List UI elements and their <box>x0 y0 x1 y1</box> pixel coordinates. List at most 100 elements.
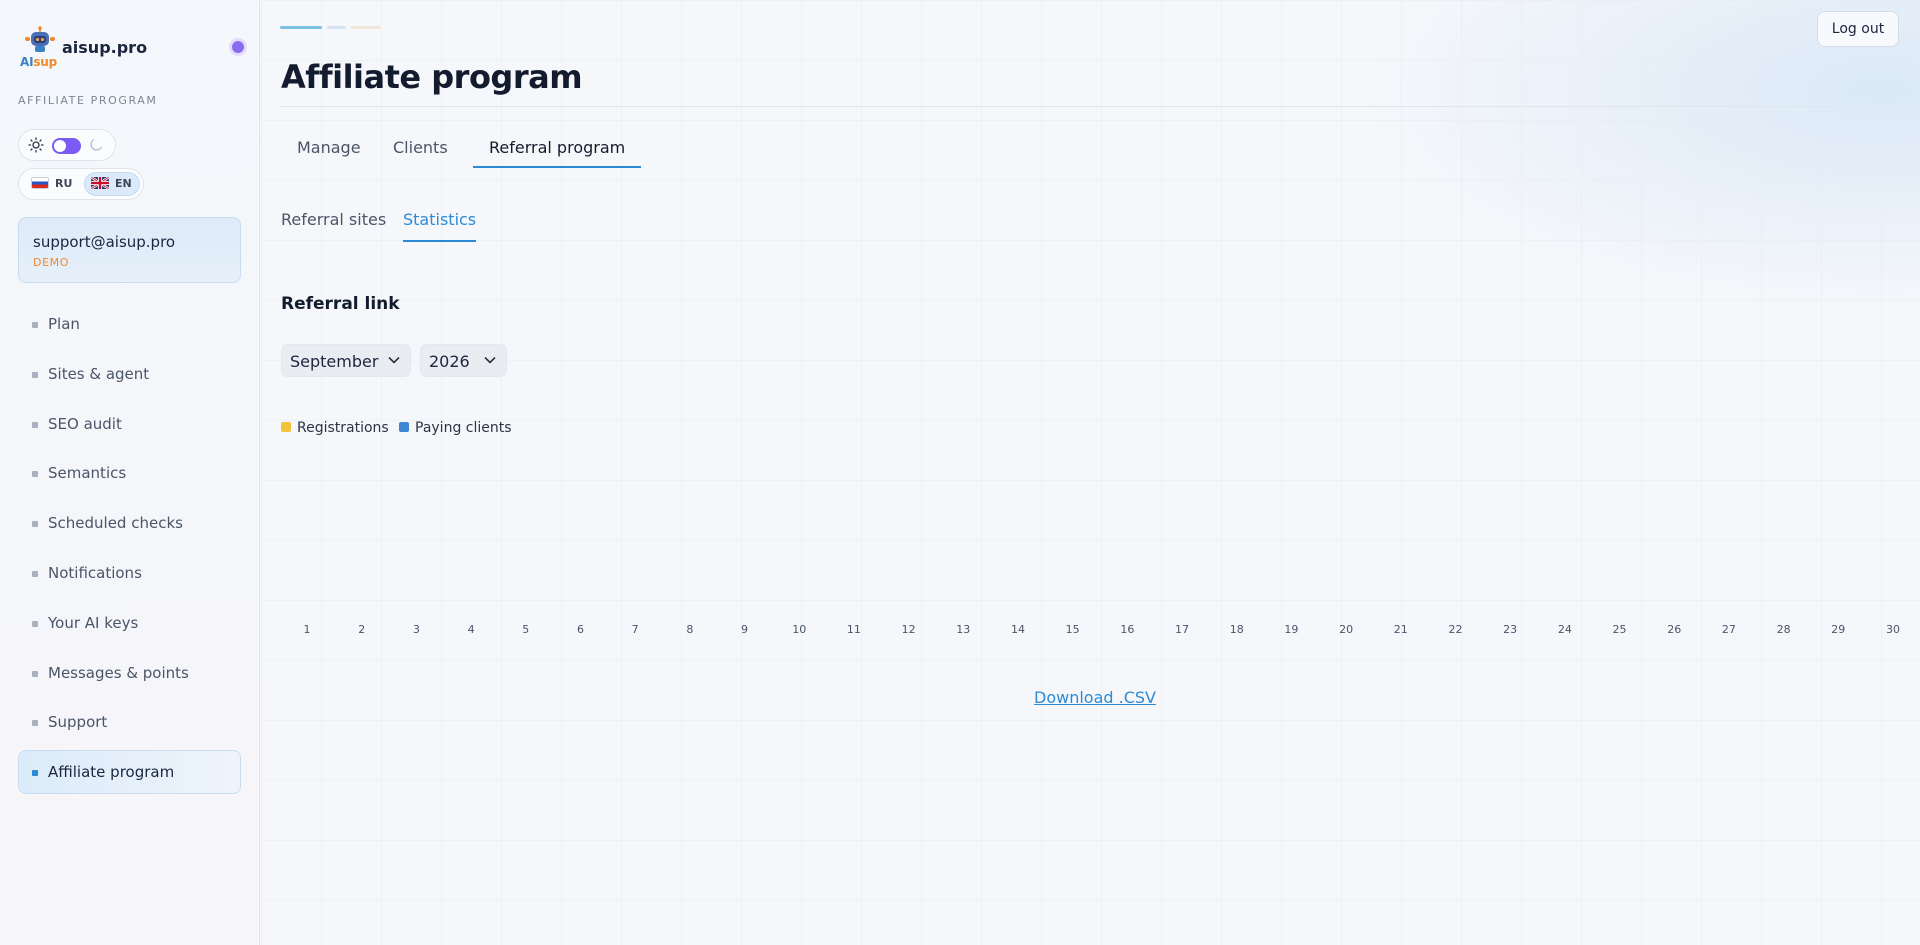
x-tick-label: 24 <box>1557 623 1572 636</box>
x-tick-label: 23 <box>1503 623 1518 636</box>
language-ru-label: RU <box>55 177 73 190</box>
sidebar-nav: Plan Sites & agent SEO audit Semantics S… <box>18 302 241 800</box>
language-en-button[interactable]: EN <box>84 172 140 196</box>
bullet-icon <box>32 421 38 428</box>
step-dash <box>327 26 346 29</box>
section-title: Referral link <box>281 294 400 314</box>
x-tick-label: 29 <box>1831 623 1846 636</box>
divider <box>281 106 1898 107</box>
x-tick-label: 22 <box>1448 623 1463 636</box>
sidebar-item-sites-agent[interactable]: Sites & agent <box>18 352 241 396</box>
legend-label: Paying clients <box>415 420 512 436</box>
page-title: Affiliate program <box>281 58 583 96</box>
brand-logo[interactable]: AIsup aisup.pro <box>18 26 244 72</box>
sidebar-item-label: Affiliate program <box>48 763 175 782</box>
moon-icon <box>90 138 103 151</box>
account-plan-badge: DEMO <box>33 256 69 269</box>
language-en-label: EN <box>115 177 132 190</box>
sidebar-item-notifications[interactable]: Notifications <box>18 551 241 595</box>
x-tick-label: 8 <box>686 623 694 636</box>
sidebar-item-label: Your AI keys <box>48 613 139 632</box>
logout-button[interactable]: Log out <box>1817 11 1899 47</box>
bullet-icon <box>32 570 38 577</box>
sidebar-item-seo-audit[interactable]: SEO audit <box>18 402 241 446</box>
section-label: AFFILIATE PROGRAM <box>18 94 158 107</box>
x-tick-label: 28 <box>1776 623 1791 636</box>
x-tick-label: 9 <box>741 623 749 636</box>
download-csv-link[interactable]: Download .CSV <box>1034 688 1156 707</box>
tab-clients[interactable]: Clients <box>377 130 464 168</box>
step-dash <box>351 26 381 29</box>
bullet-icon <box>32 322 38 328</box>
subtab-statistics[interactable]: Statistics <box>403 206 477 242</box>
legend-swatch <box>399 422 409 432</box>
sun-icon <box>28 137 44 153</box>
bullet-icon <box>32 670 38 677</box>
x-tick-label: 26 <box>1667 623 1682 636</box>
chevron-down-icon <box>484 356 496 364</box>
x-tick-label: 7 <box>631 623 639 636</box>
month-select[interactable]: September <box>281 344 411 377</box>
sidebar-item-affiliate-program[interactable]: Affiliate program <box>18 750 241 795</box>
x-tick-label: 17 <box>1175 623 1190 636</box>
logo-sup-text: sup <box>33 55 58 69</box>
sidebar-item-semantics[interactable]: Semantics <box>18 451 241 495</box>
x-tick-label: 14 <box>1010 623 1025 636</box>
legend-item-paying-clients[interactable]: Paying clients <box>399 420 512 436</box>
sidebar-item-scheduled-checks[interactable]: Scheduled checks <box>18 501 241 545</box>
year-select[interactable]: 2026 <box>420 344 507 377</box>
language-switch: RU EN <box>18 168 144 200</box>
robot-logo-icon <box>25 26 55 52</box>
x-tick-label: 13 <box>956 623 971 636</box>
sidebar-item-plan[interactable]: Plan <box>18 302 241 346</box>
x-tick-label: 3 <box>412 623 420 636</box>
brand-name: aisup.pro <box>62 38 148 57</box>
sidebar-item-label: Sites & agent <box>48 364 150 383</box>
x-tick-label: 11 <box>846 623 861 636</box>
sidebar: AIsup aisup.pro AFFILIATE PROGRAM RU EN … <box>0 0 260 945</box>
x-tick-label: 4 <box>467 623 475 636</box>
theme-switch[interactable] <box>52 138 81 154</box>
sidebar-item-label: Scheduled checks <box>48 514 183 533</box>
chevron-down-icon <box>388 356 400 364</box>
bullet-icon <box>32 620 38 627</box>
sidebar-item-support[interactable]: Support <box>18 700 241 744</box>
theme-toggle[interactable] <box>18 129 116 161</box>
x-tick-label: 5 <box>522 623 530 636</box>
x-tick-label: 21 <box>1393 623 1408 636</box>
x-tick-label: 18 <box>1229 623 1244 636</box>
year-select-value: 2026 <box>429 352 470 371</box>
x-tick-label: 12 <box>901 623 916 636</box>
x-tick-label: 27 <box>1721 623 1736 636</box>
sidebar-item-messages-points[interactable]: Messages & points <box>18 651 241 695</box>
sidebar-item-label: Notifications <box>48 563 142 582</box>
subtab-referral-sites[interactable]: Referral sites <box>281 206 386 242</box>
sidebar-item-label: Plan <box>48 315 80 333</box>
legend-item-registrations[interactable]: Registrations <box>281 420 389 436</box>
sidebar-item-ai-keys[interactable]: Your AI keys <box>18 601 241 645</box>
bullet-icon <box>32 770 38 777</box>
legend-swatch <box>281 422 291 432</box>
x-tick-label: 10 <box>792 623 807 636</box>
sidebar-item-label: Support <box>48 713 108 732</box>
tab-manage[interactable]: Manage <box>281 130 377 168</box>
tab-referral-program[interactable]: Referral program <box>473 130 642 168</box>
x-tick-label: 2 <box>358 623 366 636</box>
step-dash <box>280 26 322 29</box>
step-indicator <box>280 26 400 30</box>
language-ru-button[interactable]: RU <box>25 172 75 196</box>
sidebar-item-label: SEO audit <box>48 414 122 433</box>
status-dot <box>232 41 244 53</box>
x-tick-label: 20 <box>1339 623 1354 636</box>
referral-chart: 1 2 3 4 5 6 7 8 9 10 11 12 13 14 15 16 17 18 19 20 21 22 23 24 2… <box>281 450 1901 640</box>
x-tick-label: 6 <box>576 623 584 636</box>
bullet-icon <box>32 521 38 528</box>
account-card[interactable]: support@aisup.pro DEMO <box>18 217 241 283</box>
x-tick-label: 1 <box>303 623 311 636</box>
main-content: Log out Affiliate program Manage Clients… <box>261 0 1920 945</box>
sidebar-item-label: Messages & points <box>48 663 189 682</box>
x-tick-label: 25 <box>1612 623 1627 636</box>
uk-flag-icon <box>91 177 109 189</box>
x-tick-label: 15 <box>1065 623 1080 636</box>
x-tick-label: 19 <box>1284 623 1299 636</box>
